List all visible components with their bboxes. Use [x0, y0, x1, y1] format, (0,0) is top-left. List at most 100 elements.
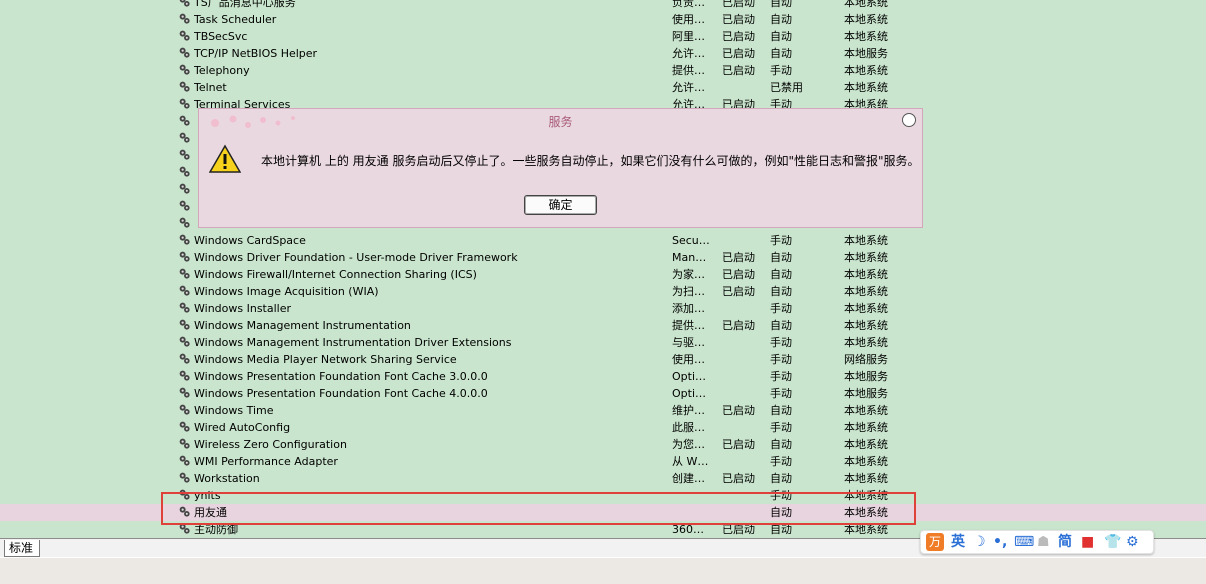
- service-logon-as: 本地系统: [844, 64, 888, 77]
- service-logon-as: 本地系统: [844, 506, 888, 519]
- service-row[interactable]: Telephony 提供… 已启动 手动 本地系统: [0, 62, 1206, 79]
- service-name: 用友通: [194, 506, 227, 519]
- service-description: 允许…: [672, 81, 705, 94]
- gear-icon[interactable]: ⚙: [1126, 533, 1139, 551]
- service-logon-as: 本地系统: [844, 30, 888, 43]
- service-startup-type: 自动: [770, 13, 792, 26]
- service-gear-icon: [176, 96, 194, 113]
- warning-icon: [209, 144, 241, 173]
- service-gear-icon: [176, 283, 194, 300]
- service-row[interactable]: Windows Time 维护… 已启动 自动 本地系统: [0, 402, 1206, 419]
- service-name: Windows Driver Foundation - User-mode Dr…: [194, 251, 518, 264]
- service-row[interactable]: Windows Presentation Foundation Font Cac…: [0, 385, 1206, 402]
- service-name: Task Scheduler: [194, 13, 277, 26]
- service-startup-type: 自动: [770, 0, 792, 9]
- service-startup-type: 手动: [770, 421, 792, 434]
- service-row[interactable]: ynits 手动 本地系统: [0, 487, 1206, 504]
- service-gear-icon: [176, 317, 194, 334]
- service-row[interactable]: Windows Media Player Network Sharing Ser…: [0, 351, 1206, 368]
- service-status: 已启动: [722, 0, 755, 9]
- service-gear-icon: [176, 79, 194, 96]
- punctuation-icon[interactable]: •,: [993, 533, 1007, 551]
- status-bar: [0, 557, 1206, 584]
- service-row[interactable]: Windows Installer 添加… 手动 本地系统: [0, 300, 1206, 317]
- service-gear-icon: [176, 453, 194, 470]
- service-logon-as: 本地系统: [844, 251, 888, 264]
- service-status: 已启动: [722, 64, 755, 77]
- moon-icon[interactable]: ☽: [973, 533, 986, 551]
- service-startup-type: 手动: [770, 302, 792, 315]
- ime-logo-icon[interactable]: 万: [926, 533, 944, 551]
- service-gear-icon: [176, 215, 194, 232]
- keyboard-icon[interactable]: ⌨: [1014, 533, 1034, 551]
- service-startup-type: 自动: [770, 472, 792, 485]
- skin-icon[interactable]: 👕: [1104, 533, 1121, 551]
- service-logon-as: 本地系统: [844, 523, 888, 536]
- service-gear-icon: [176, 45, 194, 62]
- service-description: 360…: [672, 523, 704, 536]
- service-status: 已启动: [722, 47, 755, 60]
- service-error-dialog: 服务 本地计算机 上的 用友通 服务启动后又停止了。一些服务自动停止，如果它们没…: [198, 108, 923, 228]
- service-row[interactable]: Windows CardSpace Secu… 手动 本地系统: [0, 232, 1206, 249]
- service-description: Opti…: [672, 387, 707, 400]
- service-row[interactable]: Workstation 创建… 已启动 自动 本地系统: [0, 470, 1206, 487]
- service-logon-as: 本地系统: [844, 421, 888, 434]
- service-description: 添加…: [672, 302, 705, 315]
- close-icon[interactable]: [902, 113, 916, 127]
- service-status: 已启动: [722, 523, 755, 536]
- service-startup-type: 自动: [770, 251, 792, 264]
- service-row[interactable]: TCP/IP NetBIOS Helper 允许… 已启动 自动 本地服务: [0, 45, 1206, 62]
- service-name: Windows Management Instrumentation Drive…: [194, 336, 512, 349]
- service-row[interactable]: TBSecSvc 阿里… 已启动 自动 本地系统: [0, 28, 1206, 45]
- service-description: 提供…: [672, 319, 705, 332]
- camera-icon[interactable]: ■: [1081, 533, 1094, 551]
- service-startup-type: 手动: [770, 353, 792, 366]
- service-row[interactable]: Windows Presentation Foundation Font Cac…: [0, 368, 1206, 385]
- service-row[interactable]: Windows Management Instrumentation Drive…: [0, 334, 1206, 351]
- service-status: 已启动: [722, 438, 755, 451]
- service-row[interactable]: 用友通 自动 本地系统: [0, 504, 1206, 521]
- service-startup-type: 手动: [770, 387, 792, 400]
- service-description: Secu…: [672, 234, 710, 247]
- ok-button[interactable]: 确定: [524, 195, 597, 215]
- service-logon-as: 本地系统: [844, 489, 888, 502]
- service-row[interactable]: Wired AutoConfig 此服… 手动 本地系统: [0, 419, 1206, 436]
- service-startup-type: 已禁用: [770, 81, 803, 94]
- ime-toolbar: 万 英 ☽ •, ⌨ ☗ 简 ■ 👕 ⚙: [920, 530, 1154, 554]
- service-name: Windows Firewall/Internet Connection Sha…: [194, 268, 477, 281]
- service-gear-icon: [176, 11, 194, 28]
- service-description: 维护…: [672, 404, 705, 417]
- service-row[interactable]: Wireless Zero Configuration 为您… 已启动 自动 本地系统: [0, 436, 1206, 453]
- service-logon-as: 本地系统: [844, 234, 888, 247]
- services-list: TS厂品消息中心服务 负责… 已启动 自动 本地系统 Task Scheduler 使用… 已…: [0, 0, 1206, 538]
- service-logon-as: 本地系统: [844, 404, 888, 417]
- service-gear-icon: [176, 334, 194, 351]
- service-row[interactable]: Task Scheduler 使用… 已启动 自动 本地系统: [0, 11, 1206, 28]
- service-gear-icon: [176, 130, 194, 147]
- service-description: 为扫…: [672, 285, 705, 298]
- service-logon-as: 本地系统: [844, 0, 888, 9]
- service-logon-as: 网络服务: [844, 353, 888, 366]
- service-gear-icon: [176, 368, 194, 385]
- service-gear-icon: [176, 504, 194, 521]
- service-row[interactable]: Windows Firewall/Internet Connection Sha…: [0, 266, 1206, 283]
- tab-standard[interactable]: 标准: [4, 540, 41, 557]
- service-logon-as: 本地系统: [844, 285, 888, 298]
- service-logon-as: 本地系统: [844, 13, 888, 26]
- simplified-toggle[interactable]: 简: [1058, 533, 1072, 551]
- service-description: 负责…: [672, 0, 705, 9]
- service-row[interactable]: Windows Management Instrumentation 提供… 已启动…: [0, 317, 1206, 334]
- service-startup-type: 手动: [770, 64, 792, 77]
- service-row[interactable]: Telnet 允许… 已禁用 本地系统: [0, 79, 1206, 96]
- service-description: 使用…: [672, 13, 705, 26]
- user-icon[interactable]: ☗: [1037, 533, 1050, 551]
- service-name: WMI Performance Adapter: [194, 455, 338, 468]
- service-status: 已启动: [722, 13, 755, 26]
- service-gear-icon: [176, 470, 194, 487]
- service-row[interactable]: WMI Performance Adapter 从 W… 手动 本地系统: [0, 453, 1206, 470]
- service-description: 阿里…: [672, 30, 705, 43]
- service-row[interactable]: Windows Image Acquisition (WIA) 为扫… 已启动 自动 本…: [0, 283, 1206, 300]
- service-row[interactable]: Windows Driver Foundation - User-mode Dr…: [0, 249, 1206, 266]
- service-row[interactable]: TS厂品消息中心服务 负责… 已启动 自动 本地系统: [0, 0, 1206, 11]
- ime-language-toggle[interactable]: 英: [951, 533, 965, 551]
